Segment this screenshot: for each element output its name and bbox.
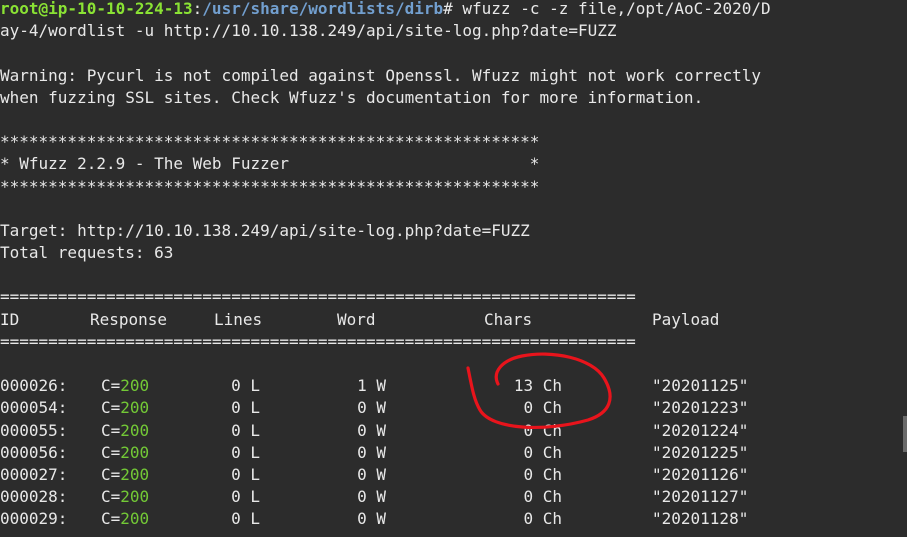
rule-top: ========================================… (0, 287, 636, 307)
row-response-code: C=200 (101, 420, 149, 442)
table-row: 000026: C=200 0 L 1 W 13 Ch "20201125" (0, 375, 907, 397)
results-table: 000026: C=200 0 L1 W 13 Ch "20201125" 000054:… (0, 375, 907, 530)
row-chars: 13 Ch (513, 376, 562, 396)
banner-stars-top: ****************************************… (0, 132, 540, 152)
table-row: 000055: C=200 0 L 0 W 0 Ch "20201224" (0, 420, 907, 442)
row-lines: 0 L (231, 376, 260, 396)
row-id: 000056: (0, 442, 68, 462)
banner-stars-bottom: ****************************************… (0, 176, 540, 196)
row-payload: "20201127" (652, 487, 749, 507)
row-response-code: C=200 (101, 375, 149, 397)
row-response-code: C=200 (101, 464, 149, 486)
banner-title: * Wfuzz 2.2.9 - The Web Fuzzer * (0, 154, 540, 174)
terminal-window[interactable]: root@ip-10-10-224-13:/usr/share/wordlist… (0, 0, 907, 537)
row-words: 1 W (357, 376, 386, 396)
row-status-code: 200 (120, 509, 150, 529)
row-response-code: C=200 (101, 486, 149, 508)
row-words: 0 W (357, 464, 386, 484)
row-payload: "20201223" (652, 398, 749, 418)
table-row: 000027: C=200 0 L 0 W 0 Ch "20201126" (0, 464, 907, 486)
results-header: ID Response Lines Word Chars Payload (0, 309, 907, 331)
row-words: 0 W (357, 509, 386, 529)
header-response: Response (90, 309, 168, 329)
row-lines: 0 L (231, 487, 260, 507)
header-chars: Chars (484, 309, 533, 329)
warning-line-2: when fuzzing SSL sites. Check Wfuzz's do… (0, 87, 704, 107)
row-lines: 0 L (231, 509, 260, 529)
table-row: 000029: C=200 0 L 0 W 0 Ch "20201128" (0, 508, 907, 530)
row-chars: 0 Ch (523, 420, 562, 440)
row-code-prefix: C= (101, 509, 121, 529)
row-id: 000027: (0, 464, 68, 484)
row-lines: 0 L (231, 420, 260, 440)
row-lines: 0 L (231, 464, 260, 484)
row-id: 000054: (0, 398, 68, 418)
row-payload: "20201225" (652, 442, 749, 462)
row-payload: "20201224" (652, 420, 749, 440)
row-response-code: C=200 (101, 397, 149, 419)
row-id: 000055: (0, 420, 68, 440)
row-payload: "20201128" (652, 509, 749, 529)
prompt-separator: : (192, 0, 203, 18)
row-code-prefix: C= (101, 442, 121, 462)
row-status-code: 200 (120, 398, 150, 418)
target-line: Target: http://10.10.138.249/api/site-lo… (0, 220, 530, 240)
row-id: 000026: (0, 376, 68, 396)
row-payload: "20201126" (652, 464, 749, 484)
row-words: 0 W (357, 398, 386, 418)
header-lines: Lines (214, 309, 263, 329)
row-chars: 0 Ch (523, 509, 562, 529)
row-chars: 0 Ch (523, 398, 562, 418)
total-requests-line: Total requests: 63 (0, 243, 174, 263)
table-row: 000054: C=200 0 L 0 W 0 Ch "20201223" (0, 397, 907, 419)
row-code-prefix: C= (101, 398, 121, 418)
row-id: 000029: (0, 509, 68, 529)
rule-bottom: ========================================… (0, 331, 636, 351)
row-words: 0 W (357, 420, 386, 440)
command-line-2: ay-4/wordlist -u http://10.10.138.249/ap… (0, 21, 617, 41)
scrollbar-thumb[interactable] (903, 416, 907, 452)
row-response-code: C=200 (101, 442, 149, 464)
command-line-1: root@ip-10-10-224-13:/usr/share/wordlist… (0, 0, 907, 20)
row-chars: 0 Ch (523, 487, 562, 507)
row-lines: 0 L (231, 398, 260, 418)
row-chars: 0 Ch (523, 442, 562, 462)
row-chars: 0 Ch (523, 464, 562, 484)
prompt-symbol: # (443, 0, 453, 18)
row-status-code: 200 (120, 420, 150, 440)
header-payload: Payload (652, 309, 720, 329)
row-words: 0 W (357, 442, 386, 462)
table-row: 000028: C=200 0 L 0 W 0 Ch "20201127" (0, 486, 907, 508)
prompt-path: /usr/share/wordlists/dirb (202, 0, 444, 18)
command-text-1: wfuzz -c -z file,/opt/AoC-2020/D (452, 0, 771, 18)
header-id: ID (0, 309, 20, 329)
row-payload: "20201125" (652, 376, 749, 396)
row-lines: 0 L (231, 442, 260, 462)
row-status-code: 200 (120, 487, 150, 507)
row-code-prefix: C= (101, 464, 121, 484)
row-status-code: 200 (120, 442, 150, 462)
prompt-user-host: root@ip-10-10-224-13 (0, 0, 193, 18)
row-code-prefix: C= (101, 487, 121, 507)
table-row: 000056: C=200 0 L 0 W 0 Ch "20201225" (0, 442, 907, 464)
row-id: 000028: (0, 487, 68, 507)
row-code-prefix: C= (101, 376, 121, 396)
row-status-code: 200 (120, 464, 150, 484)
header-word: Word (337, 309, 376, 329)
row-code-prefix: C= (101, 420, 121, 440)
row-status-code: 200 (120, 376, 150, 396)
row-response-code: C=200 (101, 508, 149, 530)
warning-line-1: Warning: Pycurl is not compiled against … (0, 65, 761, 85)
row-words: 0 W (357, 487, 386, 507)
